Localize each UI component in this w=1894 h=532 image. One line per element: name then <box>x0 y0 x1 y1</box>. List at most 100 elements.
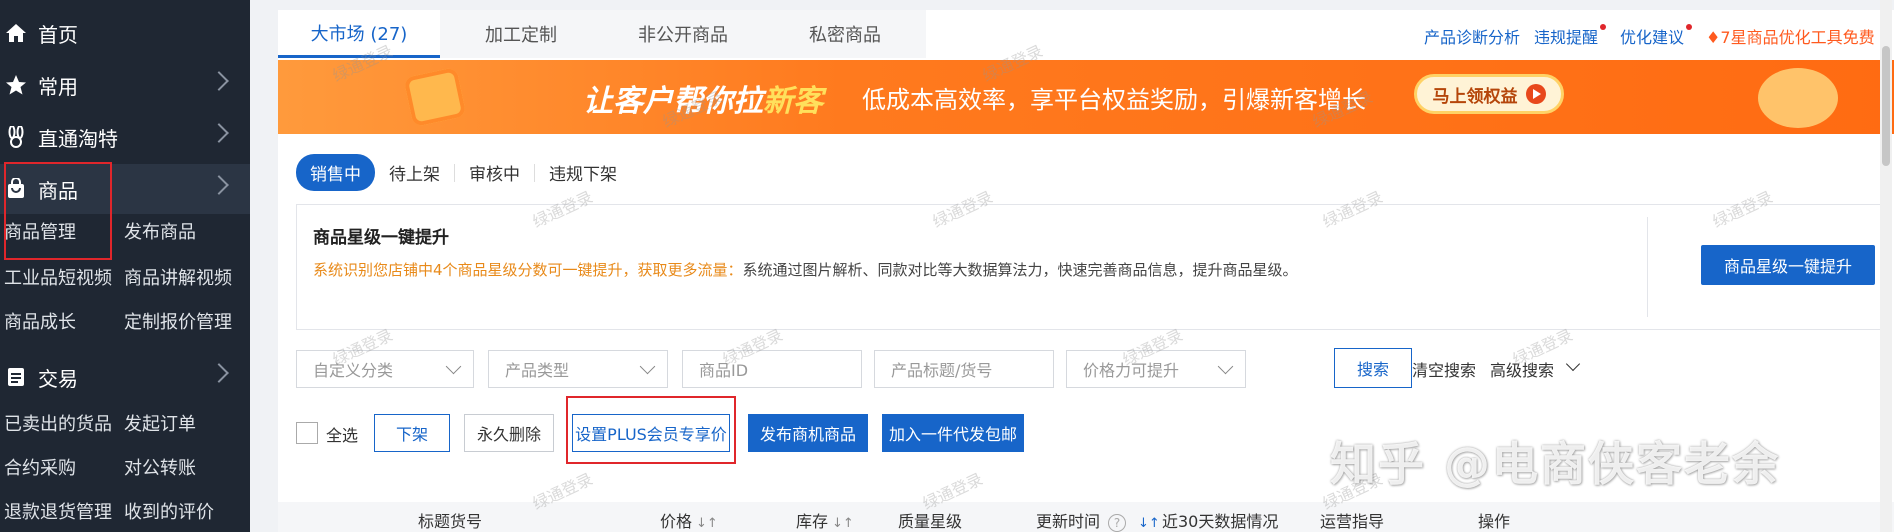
scrollbar[interactable] <box>1880 0 1892 532</box>
sort-icon: ↓↑ <box>832 516 854 531</box>
highlight-box <box>4 162 112 260</box>
sidebar-sub-publish-goods[interactable]: 发布商品 <box>124 218 196 244</box>
gift-icon <box>403 66 467 128</box>
col-price[interactable]: 价格 ↓↑ <box>660 508 718 532</box>
select-all-checkbox[interactable] <box>296 422 318 444</box>
notification-dot-icon <box>1600 24 1607 30</box>
offline-button[interactable]: 下架 <box>374 414 450 452</box>
status-filter: 销售中 待上架 审核中 违规下架 <box>296 154 631 191</box>
pill-on-sale[interactable]: 销售中 <box>296 154 375 191</box>
type-select-value: 产品类型 <box>505 361 570 380</box>
sidebar-sub-explain-video[interactable]: 商品讲解视频 <box>124 264 232 290</box>
category-select-value: 自定义分类 <box>313 361 394 380</box>
chevron-right-icon <box>209 71 229 91</box>
price-power-select[interactable]: 价格力可提升 <box>1066 350 1246 388</box>
tab-non-public[interactable]: 非公开商品 <box>602 10 764 58</box>
publish-opportunity-button[interactable]: 发布商机商品 <box>748 414 868 452</box>
title-input[interactable]: 产品标题/货号 <box>874 350 1054 388</box>
notice-warning: 系统识别您店铺中4个商品星级分数可一键提升，获取更多流量： <box>313 261 743 279</box>
chevron-right-icon <box>209 175 229 195</box>
notice-detail: 系统通过图片解析、同款对比等大数据算法力，快速完善商品信息，提升商品星级。 <box>742 261 1298 279</box>
col-stock-label: 库存 <box>796 512 829 531</box>
delete-permanently-button[interactable]: 永久删除 <box>464 414 554 452</box>
chevron-right-icon <box>209 123 229 143</box>
col-price-label: 价格 <box>660 512 693 531</box>
suggest-label: 优化建议 <box>1620 28 1685 47</box>
banner-headline-highlight: 新客 <box>763 84 823 119</box>
col-stock[interactable]: 库存 ↓↑ <box>796 508 854 532</box>
sort-icon: ↓↑ <box>696 516 718 531</box>
add-dropship-button[interactable]: 加入一件代发包邮 <box>882 414 1024 452</box>
violation-label: 违规提醒 <box>1534 28 1599 47</box>
sidebar-sub-contract-purchase[interactable]: 合约采购 <box>4 454 76 480</box>
sidebar-item-label: 交易 <box>38 366 78 391</box>
search-button[interactable]: 搜索 <box>1334 348 1412 388</box>
divider <box>1647 217 1648 317</box>
table-header: 标题货号 价格 ↓↑ 库存 ↓↑ 质量星级 更新时间? ↓↑ 近30天数据情况 运营指… <box>278 502 1894 532</box>
chevron-down-icon <box>639 358 656 375</box>
sidebar-sub-goods-growth[interactable]: 商品成长 <box>4 308 76 334</box>
claim-benefit-label: 马上领权益 <box>1432 86 1518 107</box>
sidebar-item-home[interactable]: 首页 <box>0 8 250 58</box>
notification-dot-icon <box>1686 24 1693 30</box>
promo-banner[interactable]: 让客户帮你拉新客 低成本高效率，享平台权益奖励，引爆新客增长 马上领权益 <box>278 60 1894 134</box>
avatar-decoration-icon <box>1758 68 1838 128</box>
notice-title: 商品星级一键提升 <box>313 228 449 248</box>
suggest-link[interactable]: 优化建议 <box>1620 24 1693 48</box>
col-updated-label: 更新时间 <box>1036 512 1101 531</box>
claim-benefit-button[interactable]: 马上领权益 <box>1414 74 1564 114</box>
clear-search-link[interactable]: 清空搜索 <box>1412 357 1476 381</box>
sidebar-item-trade[interactable]: 交易 <box>0 352 250 402</box>
sidebar-sub-industrial-video[interactable]: 工业品短视频 <box>4 264 112 290</box>
sidebar: 首页 常用 直通淘特 商品 商品管理 发布商品 工业品短视频 商品讲解视频 商品… <box>0 0 250 532</box>
optimize-tool-link[interactable]: ♦7星商品优化工具免费 <box>1706 24 1875 48</box>
highlight-box <box>566 396 736 464</box>
notice-description: 系统识别您店铺中4个商品星级分数可一键提升，获取更多流量：系统通过图片解析、同款… <box>313 259 1298 280</box>
category-select[interactable]: 自定义分类 <box>296 350 474 388</box>
col-operate: 操作 <box>1478 512 1511 531</box>
tab-private[interactable]: 私密商品 <box>764 10 926 58</box>
sidebar-sub-refund-manage[interactable]: 退款退货管理 <box>4 498 112 524</box>
col-title: 标题货号 <box>418 512 483 531</box>
chevron-right-icon <box>209 363 229 383</box>
tab-custom-processing[interactable]: 加工定制 <box>440 10 602 58</box>
star-upgrade-notice: 商品星级一键提升 系统识别您店铺中4个商品星级分数可一键提升，获取更多流量：系统… <box>296 204 1886 330</box>
violation-link[interactable]: 违规提醒 <box>1534 24 1607 48</box>
product-id-placeholder: 商品ID <box>699 361 749 380</box>
sidebar-sub-create-order[interactable]: 发起订单 <box>124 410 196 436</box>
sidebar-item-taote[interactable]: 直通淘特 <box>0 112 250 162</box>
scrollbar-thumb[interactable] <box>1882 46 1890 166</box>
banner-headline-pre: 让客户帮你拉 <box>583 84 763 119</box>
pill-violation-removed[interactable]: 违规下架 <box>535 154 631 191</box>
sidebar-item-label: 首页 <box>38 22 78 47</box>
sidebar-sub-reviews[interactable]: 收到的评价 <box>124 498 214 524</box>
sidebar-sub-sold-goods[interactable]: 已卖出的货品 <box>4 410 112 436</box>
product-id-input[interactable]: 商品ID <box>682 350 862 388</box>
sidebar-sub-corporate-transfer[interactable]: 对公转账 <box>124 454 196 480</box>
diagnosis-link[interactable]: 产品诊断分析 <box>1424 24 1520 48</box>
sidebar-sub-custom-quote[interactable]: 定制报价管理 <box>124 308 232 334</box>
sort-icon: ↓↑ <box>1138 516 1160 531</box>
help-icon[interactable]: ? <box>1108 514 1127 532</box>
pill-reviewing[interactable]: 审核中 <box>455 154 534 191</box>
advanced-search-link[interactable]: 高级搜索 <box>1490 357 1554 381</box>
play-icon <box>1525 84 1546 104</box>
pill-pending[interactable]: 待上架 <box>375 154 454 191</box>
list-icon <box>4 365 28 389</box>
tab-market[interactable]: 大市场 (27) <box>278 10 440 58</box>
star-upgrade-button[interactable]: 商品星级一键提升 <box>1701 245 1875 285</box>
sidebar-item-label: 直通淘特 <box>38 126 118 151</box>
banner-headline: 让客户帮你拉新客 <box>583 76 823 120</box>
diamond-icon: ♦ <box>1706 28 1721 47</box>
type-select[interactable]: 产品类型 <box>488 350 668 388</box>
star-icon <box>4 73 28 97</box>
home-icon <box>4 21 28 45</box>
sidebar-item-common[interactable]: 常用 <box>0 60 250 110</box>
chevron-down-icon <box>1217 358 1234 375</box>
chevron-down-icon <box>445 358 462 375</box>
col-quality: 质量星级 <box>898 512 963 531</box>
select-all-label: 全选 <box>326 426 359 445</box>
market-tabs: 大市场 (27) 加工定制 非公开商品 私密商品 <box>278 10 926 58</box>
col-updated[interactable]: 更新时间? ↓↑ <box>1036 508 1160 532</box>
optimize-tool-label: 7星商品优化工具免费 <box>1720 28 1875 47</box>
